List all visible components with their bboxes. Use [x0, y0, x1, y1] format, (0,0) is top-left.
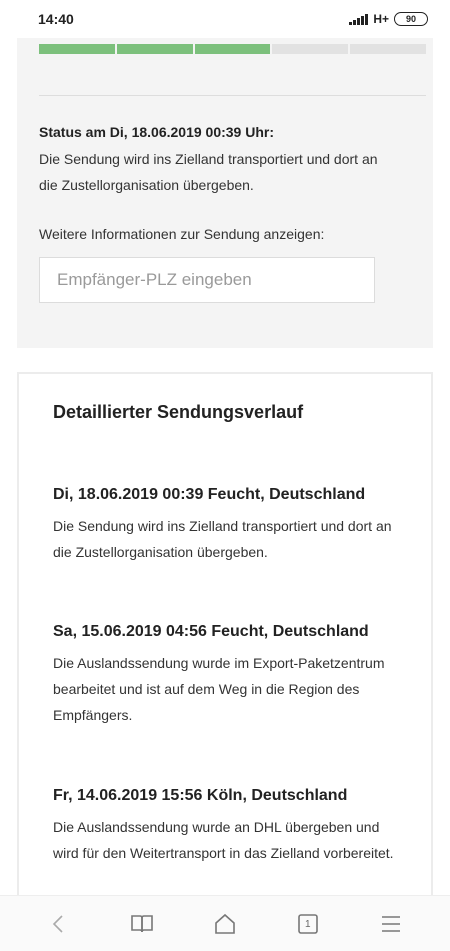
clock: 14:40 [38, 11, 74, 27]
more-info-label: Weitere Informationen zur Sendung anzeig… [39, 226, 325, 242]
bookmarks-button[interactable] [122, 904, 162, 944]
signal-icon [349, 13, 369, 25]
screen: 14:40 H+ 90 Status am Di, 18.06.2019 00:… [0, 0, 450, 951]
history-event: Fr, 14.06.2019 15:56 Köln, Deutschland D… [53, 781, 403, 866]
history-title: Detaillierter Sendungsverlauf [53, 402, 304, 422]
browser-nav-bar: 1 [0, 895, 450, 951]
menu-button[interactable] [371, 904, 411, 944]
progress-segment [39, 44, 115, 54]
event-heading: Di, 18.06.2019 00:39 Feucht, Deutschland [53, 486, 366, 503]
home-icon [215, 913, 235, 934]
event-heading: Sa, 15.06.2019 04:56 Feucht, Deutschland [53, 623, 369, 640]
status-icons: H+ 90 [349, 12, 428, 26]
divider [39, 95, 426, 96]
recipient-plz-input[interactable] [39, 257, 375, 303]
back-icon [53, 914, 63, 933]
status-bar: 14:40 H+ 90 [0, 0, 450, 38]
history-event: Di, 18.06.2019 00:39 Feucht, Deutschland… [53, 480, 403, 565]
event-description: Die Auslandssendung wurde an DHL übergeb… [53, 819, 394, 861]
menu-icon [381, 915, 400, 932]
bookmarks-icon [131, 914, 153, 932]
status-heading: Status am Di, 18.06.2019 00:39 Uhr: [39, 124, 275, 140]
progress-segment [272, 44, 349, 54]
progress-segment [194, 44, 271, 54]
event-heading: Fr, 14.06.2019 15:56 Köln, Deutschland [53, 787, 348, 804]
battery-level: 90 [405, 14, 416, 24]
tabs-button[interactable]: 1 [288, 904, 328, 944]
back-button[interactable] [39, 904, 79, 944]
history-event: Sa, 15.06.2019 04:56 Feucht, Deutschland… [53, 617, 403, 728]
tab-count: 1 [305, 918, 311, 930]
progress-segment [116, 44, 193, 54]
home-button[interactable] [205, 904, 245, 944]
status-description: Die Sendung wird ins Zielland transporti… [39, 151, 378, 193]
event-description: Die Auslandssendung wurde im Export-Pake… [53, 655, 385, 723]
shipment-progress-bar [39, 44, 426, 54]
event-description: Die Sendung wird ins Zielland transporti… [53, 518, 392, 560]
battery-icon: 90 [394, 12, 428, 26]
progress-segment [350, 44, 426, 54]
network-type: H+ [373, 12, 389, 26]
shipment-status-card: Status am Di, 18.06.2019 00:39 Uhr: Die … [17, 38, 433, 348]
shipment-history-card: Detaillierter Sendungsverlauf Di, 18.06.… [17, 372, 433, 951]
